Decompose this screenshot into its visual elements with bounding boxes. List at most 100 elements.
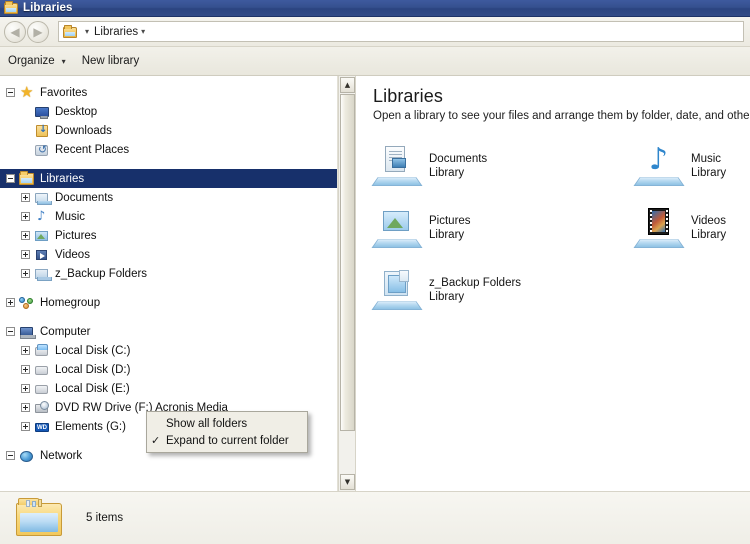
organize-button[interactable]: Organize ▾	[0, 51, 74, 71]
back-arrow-icon: ◀	[10, 24, 20, 39]
library-item-name: z_Backup Folders	[429, 277, 522, 289]
expand-plus-icon[interactable]	[21, 212, 30, 221]
collapse-minus-icon[interactable]	[6, 327, 15, 336]
breadcrumb-chevron-down-icon[interactable]: ▾	[141, 27, 145, 36]
library-item-name: Music	[691, 153, 722, 165]
tree-item-desktop[interactable]: Desktop	[0, 102, 337, 121]
back-button[interactable]: ◀	[4, 20, 26, 43]
library-item-name: Documents	[429, 153, 488, 165]
navigation-buttons: ◀ ▶	[4, 20, 49, 43]
new-library-button[interactable]: New library	[74, 51, 148, 71]
menu-item-expand-to-current-folder[interactable]: ✓ Expand to current folder	[147, 432, 307, 449]
dvd-drive-icon	[34, 400, 50, 415]
system-disk-icon	[34, 343, 50, 358]
organize-label: Organize	[8, 55, 55, 67]
tree-item-recent-places[interactable]: Recent Places	[0, 140, 337, 159]
tree-item-videos[interactable]: Videos	[0, 245, 337, 264]
command-bar: Organize ▾ New library	[0, 47, 750, 76]
status-libraries-icon	[16, 497, 64, 539]
tree-item-downloads[interactable]: Downloads	[0, 121, 337, 140]
library-item-type: Library	[429, 229, 465, 241]
address-input[interactable]: ▾ Libraries ▾	[58, 21, 744, 42]
expand-plus-icon[interactable]	[21, 403, 30, 412]
library-item-name: Pictures	[429, 215, 471, 227]
tree-item-local-disk-c[interactable]: Local Disk (C:)	[0, 341, 337, 360]
tree-item-label: Pictures	[55, 229, 97, 242]
tree-item-label: Music	[55, 210, 86, 223]
expand-plus-icon[interactable]	[21, 422, 30, 431]
expand-plus-icon[interactable]	[21, 384, 30, 393]
tree-item-documents[interactable]: Documents	[0, 188, 337, 207]
wd-drive-icon: WD	[35, 422, 49, 432]
collapse-minus-icon[interactable]	[6, 174, 15, 183]
collapse-minus-icon[interactable]	[6, 451, 15, 460]
library-item[interactable]: Documents Library	[371, 144, 623, 190]
tree-no-expander	[21, 145, 30, 154]
organize-chevron-down-icon: ▾	[61, 56, 66, 66]
tree-item-label: Videos	[55, 248, 90, 261]
forward-button[interactable]: ▶	[27, 20, 49, 43]
expand-plus-icon[interactable]	[21, 269, 30, 278]
tree-no-expander	[21, 107, 30, 116]
title-bar: Libraries	[0, 0, 750, 17]
tree-item-favorites[interactable]: Favorites	[0, 83, 337, 102]
documents-library-icon	[34, 191, 52, 205]
tree-item-music[interactable]: Music	[0, 207, 337, 226]
library-item-type: Library	[691, 167, 727, 179]
backup-library-icon	[34, 267, 52, 281]
expand-plus-icon[interactable]	[21, 231, 30, 240]
library-item[interactable]: Music Library	[633, 144, 750, 190]
menu-item-show-all-folders[interactable]: Show all folders	[147, 415, 307, 432]
library-item[interactable]: Pictures Library	[371, 206, 623, 252]
address-icon-chevron-down-icon[interactable]: ▾	[85, 27, 89, 36]
show-all-folders-label: Show all folders	[166, 417, 248, 430]
tree-item-label: Network	[40, 449, 83, 462]
library-item-type: Library	[429, 167, 465, 179]
page-description: Open a library to see your files and arr…	[373, 110, 750, 122]
tree-item-local-disk-d[interactable]: Local Disk (D:)	[0, 360, 337, 379]
expand-plus-icon[interactable]	[21, 346, 30, 355]
tree-item-pictures[interactable]: Pictures	[0, 226, 337, 245]
address-bar: ◀ ▶ ▾ Libraries ▾	[0, 17, 750, 47]
homegroup-icon	[19, 296, 35, 310]
library-item[interactable]: Videos Library	[633, 206, 750, 252]
backup-library-icon	[371, 268, 423, 314]
library-item[interactable]: z_Backup Folders Library	[371, 268, 623, 314]
tree-item-homegroup[interactable]: Homegroup	[0, 293, 337, 312]
scrollbar-thumb[interactable]	[340, 94, 355, 431]
tree-item-label: Desktop	[55, 105, 98, 118]
main-content: Favorites Desktop Downloads Recent Places Li…	[0, 76, 750, 491]
tree-scrollbar[interactable]: ▲ ▼	[338, 76, 356, 491]
disk-icon	[34, 382, 50, 396]
tree-item-local-disk-e[interactable]: Local Disk (E:)	[0, 379, 337, 398]
tree-item-label: Recent Places	[55, 143, 130, 156]
collapse-minus-icon[interactable]	[6, 88, 15, 97]
scroll-down-button[interactable]: ▼	[340, 474, 355, 490]
tree-no-expander	[21, 126, 30, 135]
tree-item-label: Favorites	[40, 86, 88, 99]
library-item-text: Music Library	[691, 144, 726, 180]
tree-item-label: Downloads	[55, 124, 112, 137]
expand-plus-icon[interactable]	[21, 365, 30, 374]
forward-arrow-icon: ▶	[33, 24, 43, 39]
pictures-library-icon	[34, 229, 50, 243]
tree-item-computer[interactable]: Computer	[0, 322, 337, 341]
tree-item-label: Elements (G:)	[55, 420, 126, 433]
tree-item-libraries[interactable]: Libraries	[0, 169, 337, 188]
item-count: 5 items	[86, 512, 124, 524]
expand-to-current-folder-check-icon: ✓	[151, 434, 161, 447]
new-library-label: New library	[81, 55, 140, 67]
tree-item-label: Homegroup	[40, 296, 101, 309]
page-title: Libraries	[373, 86, 443, 106]
tree-item-z-backup-folders[interactable]: z_Backup Folders	[0, 264, 337, 283]
address-libraries-icon	[63, 24, 79, 39]
tree-item-label: Local Disk (E:)	[55, 382, 130, 395]
expand-plus-icon[interactable]	[21, 193, 30, 202]
videos-library-icon	[633, 206, 685, 252]
scroll-up-button[interactable]: ▲	[340, 77, 355, 93]
tree-context-menu[interactable]: Show all folders ✓ Expand to current fol…	[146, 411, 308, 453]
expand-plus-icon[interactable]	[21, 250, 30, 259]
tree-group-gap	[0, 159, 337, 169]
expand-plus-icon[interactable]	[6, 298, 15, 307]
breadcrumb-libraries[interactable]: Libraries	[94, 26, 138, 38]
